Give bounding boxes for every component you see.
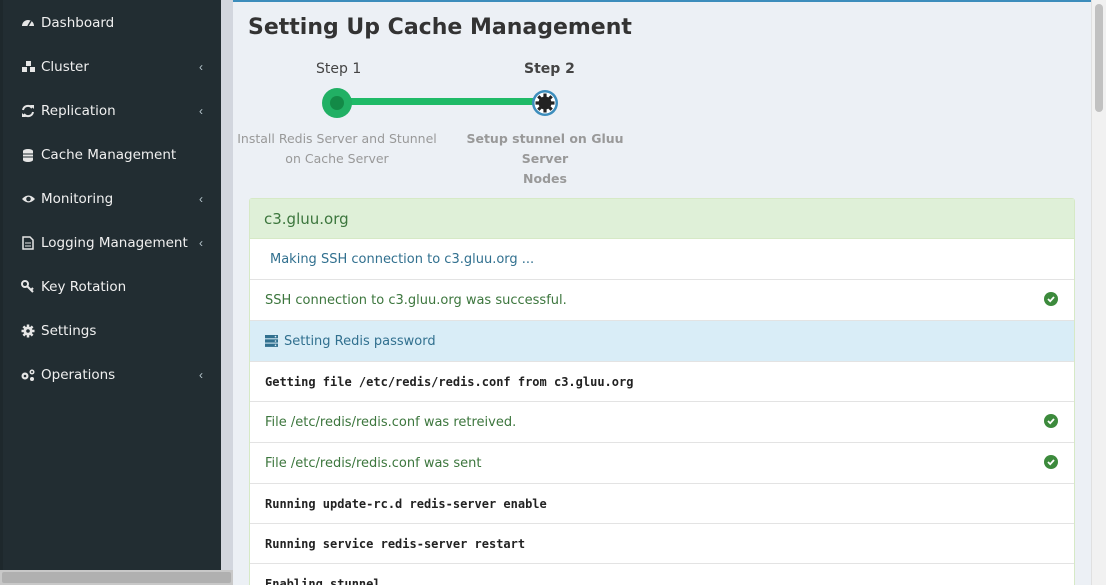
dashboard-icon (20, 15, 36, 31)
log-section-header: Setting Redis password (250, 321, 1074, 362)
gear-icon (20, 323, 36, 339)
sidebar-item-key-rotation[interactable]: Key Rotation (3, 265, 221, 309)
sidebar-item-cluster[interactable]: Cluster ‹ (3, 45, 221, 89)
eye-icon (20, 191, 36, 207)
sidebar: Dashboard Cluster ‹ Replication ‹ Cache … (0, 0, 221, 570)
log-row: Getting file /etc/redis/redis.conf from … (250, 362, 1074, 402)
file-icon (20, 235, 36, 251)
log-row-text: Setting Redis password (284, 333, 436, 349)
step1-indicator[interactable] (322, 88, 352, 118)
log-row: SSH connection to c3.gluu.org was succes… (250, 280, 1074, 321)
server-log-panel: c3.gluu.org Making SSH connection to c3.… (249, 198, 1075, 585)
step2-description: Setup stunnel on Gluu Server Nodes (445, 129, 645, 189)
chevron-left-icon: ‹ (199, 368, 203, 382)
sidebar-item-label: Monitoring (41, 191, 114, 207)
chevron-left-icon: ‹ (199, 192, 203, 206)
sidebar-item-label: Cluster (41, 59, 89, 75)
top-accent-line (233, 0, 1091, 2)
vertical-scrollbar-thumb[interactable] (1095, 4, 1103, 112)
vertical-scrollbar[interactable] (1091, 0, 1106, 585)
sidebar-item-monitoring[interactable]: Monitoring ‹ (3, 177, 221, 221)
log-row: File /etc/redis/redis.conf was sent (250, 443, 1074, 484)
sidebar-item-settings[interactable]: Settings (3, 309, 221, 353)
step2-desc-line1: Setup stunnel on Gluu Server (466, 131, 624, 166)
sidebar-item-label: Dashboard (41, 15, 115, 31)
log-row: File /etc/redis/redis.conf was retreived… (250, 402, 1074, 443)
refresh-icon (20, 103, 36, 119)
chevron-left-icon: ‹ (199, 60, 203, 74)
gears-icon (20, 367, 36, 383)
step1-desc-line1: Install Redis Server and Stunnel (237, 131, 437, 146)
step1-description: Install Redis Server and Stunnel on Cach… (237, 129, 437, 169)
sidebar-item-dashboard[interactable]: Dashboard (3, 1, 221, 45)
step2-desc-line2: Nodes (523, 171, 567, 186)
sidebar-item-cache-management[interactable]: Cache Management (3, 133, 221, 177)
log-row: Running update-rc.d redis-server enable (250, 484, 1074, 524)
database-icon (20, 147, 36, 163)
log-row-text: Running update-rc.d redis-server enable (265, 496, 547, 511)
sidebar-item-operations[interactable]: Operations ‹ (3, 353, 221, 397)
key-icon (20, 279, 36, 295)
log-row-text: File /etc/redis/redis.conf was retreived… (265, 414, 517, 430)
panel-title: c3.gluu.org (250, 199, 1074, 239)
horizontal-scrollbar[interactable] (0, 570, 233, 585)
sidebar-item-label: Settings (41, 323, 97, 339)
sidebar-item-replication[interactable]: Replication ‹ (3, 89, 221, 133)
check-circle-icon (1044, 414, 1058, 428)
sidebar-item-label: Key Rotation (41, 279, 127, 295)
page-title: Setting Up Cache Management (248, 15, 632, 40)
log-row: Running service redis-server restart (250, 524, 1074, 564)
log-row-text: File /etc/redis/redis.conf was sent (265, 455, 482, 471)
log-row: Enabling stunnel (250, 564, 1074, 585)
log-row: Making SSH connection to c3.gluu.org ... (250, 239, 1074, 280)
sidebar-gutter (221, 0, 233, 570)
step2-label: Step 2 (524, 61, 575, 77)
step2-gear-icon[interactable] (530, 88, 560, 118)
log-row-text: Making SSH connection to c3.gluu.org ... (270, 251, 535, 267)
chevron-left-icon: ‹ (199, 236, 203, 250)
sidebar-item-label: Replication (41, 103, 116, 119)
horizontal-scrollbar-thumb[interactable] (2, 572, 231, 583)
cluster-icon (20, 59, 36, 75)
sidebar-item-label: Cache Management (41, 147, 177, 163)
step1-desc-line2: on Cache Server (285, 151, 389, 166)
chevron-left-icon: ‹ (199, 104, 203, 118)
log-row-text: Running service redis-server restart (265, 536, 526, 551)
server-icon (265, 335, 278, 347)
step1-label: Step 1 (316, 61, 362, 77)
check-circle-icon (1044, 292, 1058, 306)
sidebar-item-label: Logging Management (41, 235, 188, 251)
sidebar-item-label: Operations (41, 367, 116, 383)
main-content: Setting Up Cache Management Step 1 Step … (233, 0, 1091, 585)
sidebar-item-logging-management[interactable]: Logging Management ‹ (3, 221, 221, 265)
log-row-text: SSH connection to c3.gluu.org was succes… (265, 292, 567, 308)
log-row-text: Enabling stunnel (265, 576, 381, 585)
check-circle-icon (1044, 455, 1058, 469)
step-progress-bar (337, 98, 545, 105)
log-row-text: Getting file /etc/redis/redis.conf from … (265, 374, 634, 389)
